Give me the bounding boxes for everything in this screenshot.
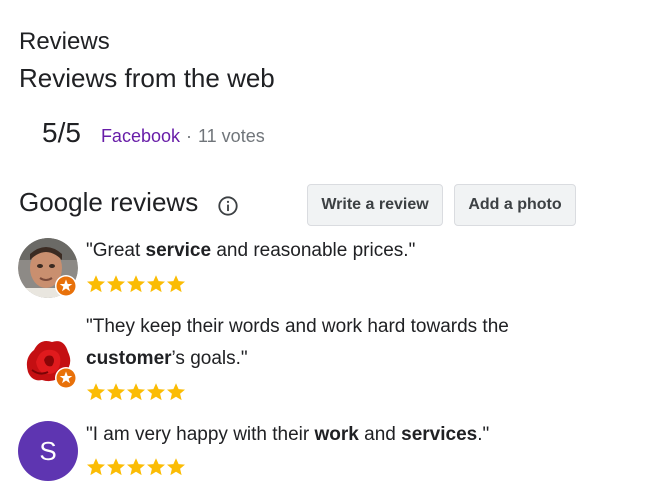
info-circle-icon[interactable] [217,195,239,217]
quote-text: "They keep their words and work hard tow… [86,316,509,337]
star-rating [86,274,186,294]
web-review-votes: 11 votes [198,126,265,146]
local-guide-badge-icon [55,275,77,297]
quote-text: and [358,424,402,445]
star-icon [87,383,105,401]
star-icon [107,383,125,401]
web-review-separator: · [186,126,192,146]
star-rating [86,457,186,477]
review-item[interactable]: "Great service and reasonable prices." [18,238,648,300]
quote-highlight: customer [86,348,172,369]
star-icon [87,458,105,476]
local-guide-badge-icon [55,367,77,389]
star-icon [127,275,145,293]
star-icon [147,383,165,401]
quote-text: and reasonable prices." [211,240,416,261]
web-review-source-link[interactable]: Facebook [101,126,180,147]
review-quote: "They keep their words and work hard tow… [86,311,606,375]
quote-highlight: service [145,240,212,261]
quote-highlight: work [314,424,359,445]
star-icon [147,275,165,293]
star-icon [107,458,125,476]
quote-text: ’s goals." [171,348,248,369]
star-icon [87,275,105,293]
reviews-from-web-heading: Reviews from the web [19,63,275,93]
review-quote: "I am very happy with their work and ser… [86,419,606,451]
review-item[interactable]: "They keep their words and work hard tow… [18,316,648,401]
star-icon [147,458,165,476]
star-icon [127,458,145,476]
web-review-score: 5/5 [42,117,81,148]
write-review-button[interactable]: Write a review [307,184,443,226]
quote-text: ." [477,424,490,445]
add-photo-button[interactable]: Add a photo [454,184,576,226]
star-icon [167,458,185,476]
reviews-panel: Reviews Reviews from the web 5/5 Faceboo… [0,0,658,500]
google-reviews-heading: Google reviews [19,187,199,217]
review-item[interactable]: S "I am very happy with their work and s… [18,421,648,483]
review-quote: "Great service and reasonable prices." [86,235,606,267]
web-review-item: 5/5 Facebook · 11 votes [42,116,265,150]
star-icon [127,383,145,401]
star-icon [167,275,185,293]
reviews-heading: Reviews [19,28,110,55]
star-rating [86,382,186,402]
reviewer-avatar-letter: S [18,421,78,481]
quote-text: "Great [86,240,146,261]
star-icon [107,275,125,293]
star-icon [167,383,185,401]
quote-highlight: services [401,424,478,445]
quote-text: "I am very happy with their [86,424,315,445]
